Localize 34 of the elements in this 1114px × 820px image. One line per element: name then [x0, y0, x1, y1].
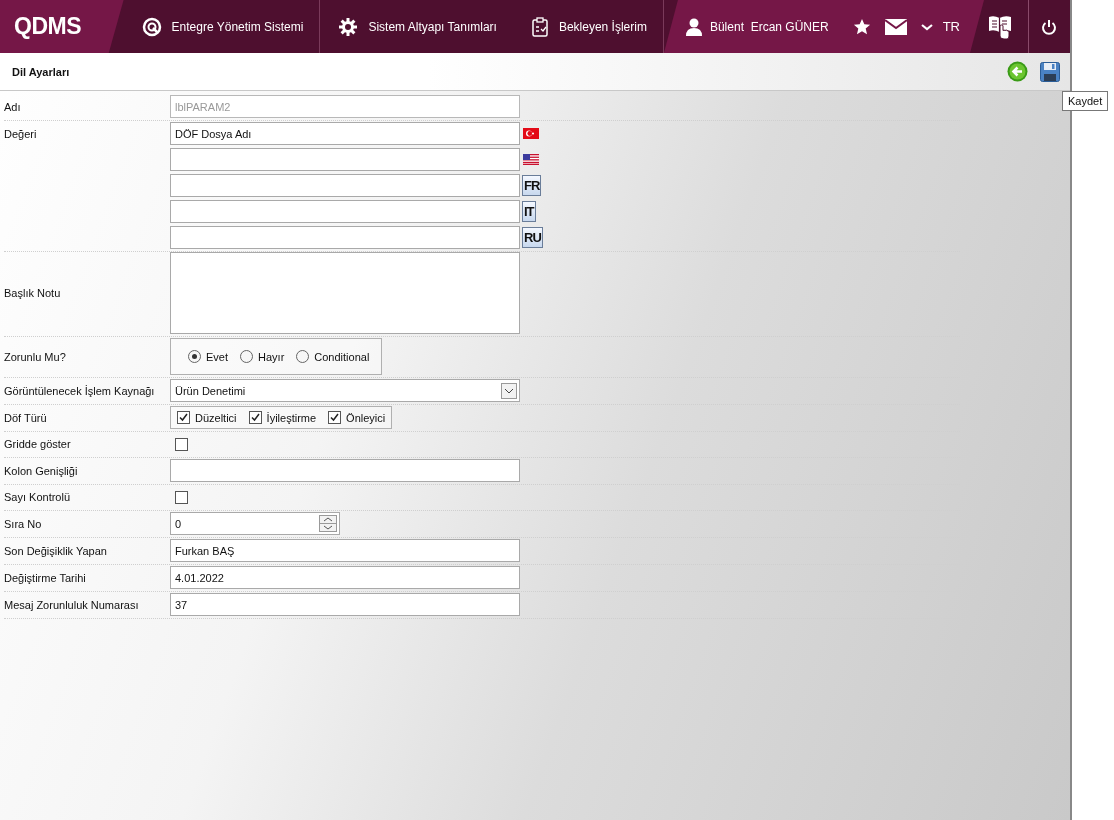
logo[interactable]: QDMS — [14, 13, 81, 40]
number-spinner-field[interactable]: 0 — [170, 512, 340, 535]
user-name[interactable]: Bülent Ercan GÜNER — [709, 19, 829, 34]
field-label: Sayı Kontrolü — [4, 491, 72, 503]
field-label: Son Değişiklik Yapan — [4, 544, 108, 557]
language-code-icon[interactable]: FR — [522, 175, 542, 196]
text-input-field[interactable]: 37 — [170, 593, 520, 616]
radio-option[interactable]: Hayır — [240, 350, 285, 363]
field-label: Başlık Notu — [4, 287, 62, 299]
field-label: Sıra No — [4, 517, 43, 530]
text-input-field[interactable]: Furkan BAŞ — [170, 539, 520, 562]
field-label: Gridde göster — [4, 438, 72, 450]
page-title: Dil Ayarları — [12, 65, 70, 78]
radio-option[interactable]: Evet — [188, 350, 228, 363]
dropdown-field[interactable]: Ürün Denetimi — [170, 379, 520, 402]
checkbox-option[interactable]: Önleyici — [328, 411, 386, 424]
field-label: Zorunlu Mu? — [4, 350, 67, 363]
field-label: Mesaj Zorunluluk Numarası — [4, 598, 140, 611]
text-input-field[interactable]: 4.01.2022 — [170, 566, 520, 589]
language-code-icon[interactable]: RU — [522, 227, 543, 248]
field-label: Adı — [4, 100, 22, 113]
field-label: Değeri — [4, 127, 38, 140]
language-selector[interactable]: TR — [920, 19, 960, 34]
checkbox-option[interactable]: Düzeltici — [177, 411, 237, 424]
field-label: Döf Türü — [4, 411, 48, 424]
field-label: Görüntülenecek İşlem Kaynağı — [4, 384, 156, 397]
field-label: Değiştirme Tarihi — [4, 571, 87, 584]
language-code-icon[interactable]: IT — [522, 201, 536, 222]
tooltip: Kaydet — [1062, 91, 1109, 111]
nav-menu-item[interactable]: Sistem Altyapı Tanımları — [320, 0, 513, 53]
text-input-field[interactable]: DÖF Dosya Adı — [170, 122, 520, 145]
checkbox-option[interactable]: İyileştirme — [248, 411, 317, 424]
radio-option[interactable]: Conditional — [296, 350, 370, 363]
field-label: Kolon Genişliği — [4, 464, 79, 477]
